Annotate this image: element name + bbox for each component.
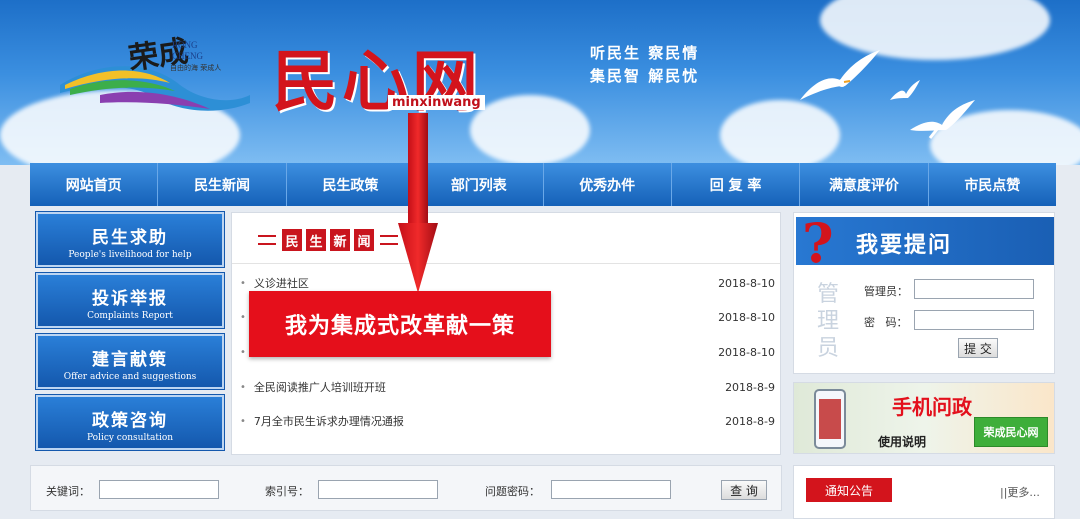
nav-item-satisfaction[interactable]: 满意度评价 [800,163,929,206]
keyword-input[interactable] [99,480,219,499]
index-number-label: 索引号： [265,485,309,498]
username-field[interactable] [914,279,1034,299]
nav-item-citizen-likes[interactable]: 市民点赞 [929,163,1056,206]
site-subtitle: minxinwang [388,95,485,110]
help-request-button[interactable]: 民生求助 People's livelihood for help [35,211,225,268]
logo-subtitle: RONG [172,40,198,50]
side-button-label: 投诉举报 [92,289,168,309]
bullet-icon: • [240,346,246,358]
side-button-label: 政策咨询 [92,411,168,431]
header-banner: 荣成 RONG CHENG 自由的海 荣成人 民心网 minxinwang 听民… [0,0,1080,165]
notice-panel: 通知公告 ||更多... [793,465,1055,519]
admin-vertical-label: 管 理 员 [814,281,842,362]
question-mark-icon: ? [802,211,834,275]
nav-item-home[interactable]: 网站首页 [30,163,159,206]
main-nav: 网站首页 民生新闻 民生政策 部门列表 优秀办件 回 复 率 满意度评价 市民点… [30,163,1056,206]
seagull-icon [800,50,880,100]
policy-consultation-button[interactable]: 政策咨询 Policy consultation [35,394,225,451]
phone-icon [814,389,846,449]
news-title[interactable]: 7月全市民生诉求办理情况通报 [254,413,725,429]
side-button-label: 民生求助 [92,228,168,248]
logo-subtitle: CHENG [172,51,203,61]
advice-button[interactable]: 建言献策 Offer advice and suggestions [35,333,225,390]
mobile-gov-title: 手机问政 [892,395,972,419]
side-button-sublabel: Complaints Report [87,311,173,321]
campaign-banner[interactable]: 我为集成式改革献一策 [249,291,551,357]
complaint-report-button[interactable]: 投诉举报 Complaints Report [35,272,225,329]
service-sidebar: 民生求助 People's livelihood for help 投诉举报 C… [35,211,225,456]
side-button-sublabel: Offer advice and suggestions [63,372,197,382]
seagull-icon [910,100,975,139]
password-label: 密 码： [864,316,908,329]
title-decoration [258,235,276,245]
search-button[interactable]: 查 询 [721,480,767,500]
username-label: 管理员： [864,285,908,298]
nav-item-policy[interactable]: 民生政策 [287,163,416,206]
list-item[interactable]: • 全民阅读推广人培训班开班 2018-8-9 [240,377,775,397]
cloud-decoration [470,95,590,165]
bullet-icon: • [240,415,246,427]
app-badge[interactable]: 荣成民心网 [974,417,1048,447]
index-number-input[interactable] [318,480,438,499]
news-date: 2018-8-10 [718,276,775,290]
nav-item-excellent-cases[interactable]: 优秀办件 [544,163,672,206]
news-date: 2018-8-10 [718,310,775,324]
question-code-label: 问题密码： [485,485,540,498]
bullet-icon: • [240,277,246,289]
list-item[interactable]: • 7月全市民生诉求办理情况通报 2018-8-9 [240,411,775,431]
keyword-label: 关键词： [46,485,90,498]
banner-slogan: 集民智 解民忧 [590,67,700,85]
admin-label-char: 理 [816,309,839,334]
search-bar: 关键词： 索引号： 问题密码： 查 询 [30,465,782,511]
side-button-sublabel: People's livelihood for help [68,250,192,260]
password-field[interactable] [914,310,1034,330]
bullet-icon: • [240,381,246,393]
title-char: 闻 [354,229,374,251]
admin-label-char: 员 [816,336,839,361]
title-char: 民 [282,229,302,251]
news-date: 2018-8-10 [718,345,775,359]
news-title[interactable]: 全民阅读推广人培训班开班 [254,379,725,395]
logo-slogan: 自由的海 荣成人 [170,64,222,72]
list-item[interactable]: • 义诊进社区 2018-8-10 [240,273,775,293]
mobile-gov-banner[interactable]: 手机问政 使用说明 荣成民心网 [793,382,1055,454]
news-panel-title: 民 生 新 闻 [254,229,402,251]
cloud-decoration [720,100,840,165]
tab-notices[interactable]: 通知公告 [806,478,892,502]
phone-screen [819,399,841,439]
more-link[interactable]: ||更多... [1000,484,1040,500]
news-date: 2018-8-9 [725,414,775,428]
title-char: 生 [306,229,326,251]
ask-panel-title: 我要提问 [856,233,953,258]
bullet-icon: • [240,311,246,323]
side-button-sublabel: Policy consultation [86,433,174,443]
usage-instructions-link[interactable]: 使用说明 [878,433,926,450]
title-char: 新 [330,229,350,251]
ask-panel-header: ? 我要提问 [796,211,1054,275]
admin-label-char: 管 [816,282,839,307]
nav-item-reply-rate[interactable]: 回 复 率 [672,163,801,206]
submit-button[interactable]: 提 交 [958,338,998,358]
divider [232,263,780,264]
news-title[interactable]: 义诊进社区 [254,275,718,291]
news-date: 2018-8-9 [725,380,775,394]
ask-question-panel: ? 我要提问 管 理 员 管理员： 密 码： 提 交 [793,211,1055,374]
question-code-input[interactable] [551,480,671,499]
banner-slogan: 听民生 察民情 [590,44,700,62]
title-decoration [380,235,398,245]
side-button-label: 建言献策 [92,350,168,370]
nav-item-news[interactable]: 民生新闻 [158,163,287,206]
arrow-down-icon [398,113,438,293]
